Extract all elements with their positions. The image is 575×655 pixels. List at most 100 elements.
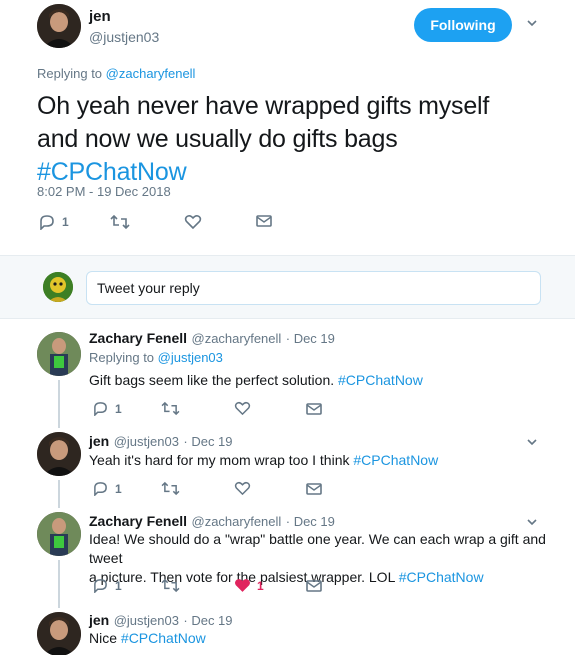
reply-handle[interactable]: @zacharyfenell [192,514,282,529]
reply-text-line: Idea! We should do a "wrap" battle one y… [89,531,546,566]
like-action[interactable] [234,401,251,416]
envelope-icon [256,215,272,227]
reply-action[interactable]: 1 [92,481,122,496]
heart-icon [234,401,251,416]
reply-text: Gift bags seem like the perfect solution… [89,371,423,390]
replying-to-link[interactable]: @zacharyfenell [106,66,196,81]
tweet-text: Oh yeah never have wrapped gifts myself … [37,90,557,189]
reply-action[interactable]: 1 [92,578,122,593]
like-action[interactable] [184,214,202,230]
direct-message-action[interactable] [306,482,322,496]
replying-to-line: Replying to @justjen03 [89,350,223,365]
reply-handle[interactable]: @zacharyfenell [192,331,282,346]
reply-icon [94,402,107,416]
retweet-icon [161,578,180,593]
replying-to-label: Replying to [89,350,158,365]
author-avatar[interactable] [37,4,81,48]
reply-header: jen @justjen03 · Dec 19 [89,612,233,630]
chevron-down-icon[interactable] [526,436,538,451]
reply-count: 1 [115,401,122,416]
thread-connector [58,380,60,428]
retweet-icon [161,481,180,496]
following-button[interactable]: Following [414,8,512,42]
reply-count: 1 [62,215,69,229]
like-count: 1 [257,578,264,593]
reply-action[interactable]: 1 [92,401,122,416]
reply-header: jen @justjen03 · Dec 19 [89,433,233,451]
tweet-text-line: Oh yeah never have wrapped gifts myself [37,92,490,120]
author-display-name[interactable]: jen [89,8,111,25]
like-action[interactable] [234,481,251,496]
thread-connector [58,560,60,608]
reply-avatar[interactable] [37,512,81,556]
retweet-action[interactable] [161,401,180,416]
reply-date[interactable]: · Dec 19 [183,613,232,628]
reply-display-name[interactable]: jen [89,433,109,449]
person-photo-icon [37,512,81,556]
retweet-icon [161,401,180,416]
heart-icon [234,481,251,496]
reply-text: Idea! We should do a "wrap" battle one y… [89,530,559,587]
reply-input-placeholder: Tweet your reply [97,280,200,296]
heart-icon [184,214,202,230]
chevron-down-icon[interactable] [526,516,538,531]
replying-to-line: Replying to @zacharyfenell [37,66,195,81]
reply-text: Nice #CPChatNow [89,629,206,648]
reply-header: Zachary Fenell @zacharyfenell · Dec 19 [89,513,335,531]
reply-date[interactable]: · Dec 19 [183,434,232,449]
reply-input[interactable]: Tweet your reply [86,271,541,305]
reply-header: Zachary Fenell @zacharyfenell · Dec 19 [89,330,335,348]
reply-handle[interactable]: @justjen03 [114,434,179,449]
reply-text-body: Gift bags seem like the perfect solution… [89,372,339,388]
reply-count: 1 [115,578,122,593]
reply-text-body: Nice [89,630,121,646]
hashtag-link[interactable]: #CPChatNow [121,630,206,646]
reply-icon [94,579,107,593]
thread-connector [58,480,60,508]
retweet-icon [110,214,130,230]
tweet-text-line: and now we usually do gifts bags [37,125,398,153]
reply-icon [40,215,54,230]
envelope-icon [306,483,322,495]
reply-text: Yeah it's hard for my mom wrap too I thi… [89,451,438,470]
reply-avatar[interactable] [37,432,81,476]
user-photo-icon [43,272,73,302]
reply-display-name[interactable]: jen [89,612,109,628]
reply-avatar[interactable] [37,332,81,376]
chevron-down-icon[interactable] [526,17,538,32]
reply-avatar[interactable] [37,612,81,655]
replying-to-label: Replying to [37,66,106,81]
reply-text-line2: a picture. Then vote for the palsiest wr… [89,568,559,587]
current-user-avatar[interactable] [43,272,73,302]
envelope-icon [306,580,322,592]
reply-display-name[interactable]: Zachary Fenell [89,330,187,346]
reply-composer: Tweet your reply [0,256,575,318]
person-photo-icon [37,332,81,376]
like-action-liked[interactable]: 1 [234,578,264,593]
hashtag-link[interactable]: #CPChatNow [338,372,423,388]
direct-message-action[interactable] [306,402,322,416]
envelope-icon [306,403,322,415]
direct-message-action[interactable] [306,579,322,593]
reply-handle[interactable]: @justjen03 [114,613,179,628]
retweet-action[interactable] [161,481,180,496]
tweet-timestamp[interactable]: 8:02 PM - 19 Dec 2018 [37,184,171,199]
reply-icon [94,482,107,496]
retweet-action[interactable] [110,214,130,230]
retweet-action[interactable] [161,578,180,593]
reply-count: 1 [115,481,122,496]
person-photo-icon [37,4,81,48]
person-photo-icon [37,432,81,476]
heart-filled-icon [235,579,250,592]
reply-date[interactable]: · Dec 19 [286,514,335,529]
reply-text-body: Yeah it's hard for my mom wrap too I thi… [89,452,354,468]
direct-message-action[interactable] [256,214,272,228]
reply-date[interactable]: · Dec 19 [286,331,335,346]
author-handle[interactable]: @justjen03 [89,29,159,45]
reply-action[interactable]: 1 [38,214,69,230]
hashtag-link[interactable]: #CPChatNow [399,569,484,585]
divider [0,318,575,319]
reply-display-name[interactable]: Zachary Fenell [89,513,187,529]
hashtag-link[interactable]: #CPChatNow [353,452,438,468]
replying-to-link[interactable]: @justjen03 [158,350,223,365]
